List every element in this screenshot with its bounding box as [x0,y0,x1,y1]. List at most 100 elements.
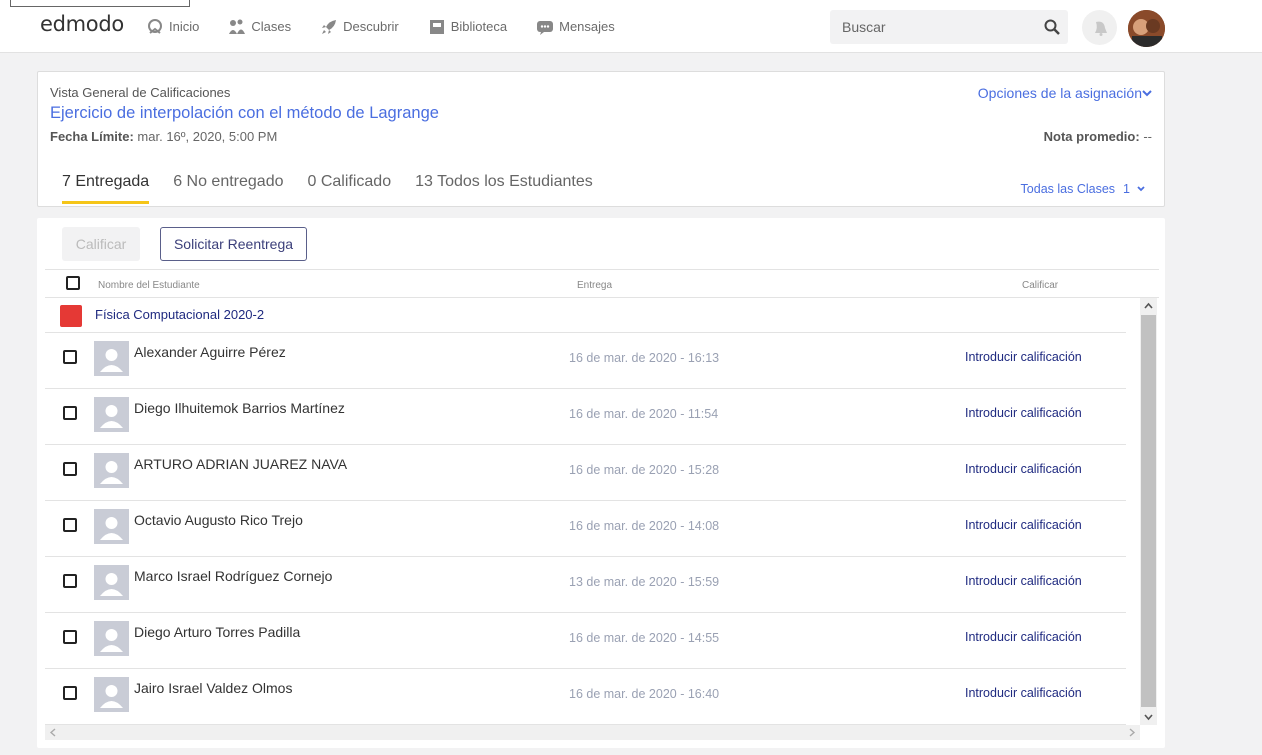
avg-value: -- [1143,129,1152,144]
row-checkbox[interactable] [63,686,77,700]
table-row: Jairo Israel Valdez Olmos 16 de mar. de 2… [45,669,1126,725]
nav-item-descubrir[interactable]: Descubrir [320,18,399,36]
search-input[interactable] [830,10,1030,44]
row-checkbox[interactable] [63,518,77,532]
table-row: ARTURO ADRIAN JUAREZ NAVA 16 de mar. de 2… [45,445,1126,501]
enter-grade-link[interactable]: Introducir calificación [965,574,1082,588]
row-checkbox[interactable] [63,462,77,476]
due-value: mar. 16º, 2020, 5:00 PM [137,129,278,144]
scroll-left-arrow-icon[interactable] [49,728,57,737]
class-group-row: Física Computacional 2020-2 [45,298,1126,333]
enter-grade-link[interactable]: Introducir calificación [965,630,1082,644]
row-checkbox[interactable] [63,630,77,644]
select-all-checkbox[interactable] [66,276,80,290]
edmodo-logo[interactable]: edmodo [40,12,124,36]
assignment-header-card: Vista General de Calificaciones Ejercici… [37,71,1165,207]
assignment-title-link[interactable]: Ejercicio de interpolación con el método… [50,104,439,123]
default-avatar-icon [100,573,123,596]
nav-item-clases[interactable]: Clases [228,18,291,36]
class-filter-label: Todas las Clases [1020,182,1116,196]
student-name[interactable]: Diego Arturo Torres Padilla [134,624,300,640]
student-name[interactable]: Diego Ilhuitemok Barrios Martínez [134,400,345,416]
class-group-name[interactable]: Física Computacional 2020-2 [95,307,264,322]
search-icon[interactable] [1044,19,1060,35]
home-icon [148,18,162,34]
bell-icon [1094,21,1107,36]
nav-item-inicio[interactable]: Inicio [146,18,199,36]
student-name[interactable]: Alexander Aguirre Pérez [134,344,286,360]
enter-grade-link[interactable]: Introducir calificación [965,350,1082,364]
user-avatar[interactable] [1128,10,1165,47]
chevron-down-icon [1142,90,1152,97]
vertical-scrollbar[interactable] [1140,298,1157,725]
notifications-button[interactable] [1082,10,1117,45]
scroll-right-arrow-icon[interactable] [1128,728,1136,737]
student-avatar[interactable] [94,341,129,376]
class-filter-dropdown[interactable]: Todas las Clases 1 [1021,182,1148,196]
nav-label: Inicio [169,19,200,34]
enter-grade-link[interactable]: Introducir calificación [965,518,1082,532]
avg-label: Nota promedio: [1043,129,1140,144]
submission-tabs: 7 Entregada 6 No entregado 0 Calificado … [62,173,617,204]
enter-grade-link[interactable]: Introducir calificación [965,462,1082,476]
submissions-card: Calificar Solicitar Reentrega Nombre del… [37,218,1165,748]
main-nav: Inicio Clases Descubrir Biblioteca Mensa… [146,0,644,53]
student-avatar[interactable] [94,509,129,544]
nav-label: Biblioteca [450,19,508,34]
default-avatar-icon [100,517,123,540]
student-name[interactable]: Jairo Israel Valdez Olmos [134,680,292,696]
due-label: Fecha Límite: [50,129,134,144]
submission-date: 16 de mar. de 2020 - 11:54 [569,407,719,421]
table-row: Diego Arturo Torres Padilla 16 de mar. de… [45,613,1126,669]
submission-date: 16 de mar. de 2020 - 14:55 [569,631,720,645]
student-avatar[interactable] [94,565,129,600]
options-label: Opciones de la asignación [977,85,1142,101]
table-row: Diego Ilhuitemok Barrios Martínez 16 de m… [45,389,1126,445]
student-name[interactable]: Marco Israel Rodríguez Cornejo [134,568,332,584]
top-navigation-bar: edmodo Inicio Clases Descubrir Bibliotec… [0,0,1262,53]
default-avatar-icon [100,685,123,708]
library-icon [429,19,444,34]
row-checkbox[interactable] [63,350,77,364]
nav-label: Clases [251,19,292,34]
student-name[interactable]: Octavio Augusto Rico Trejo [134,512,303,528]
default-avatar-icon [100,349,123,372]
grade-button[interactable]: Calificar [62,227,140,261]
messages-icon [537,20,554,35]
col-header-submission: Entrega [577,280,613,291]
scroll-down-arrow-icon[interactable] [1144,713,1153,721]
search-box [830,10,1068,44]
student-avatar[interactable] [94,621,129,656]
submission-date: 13 de mar. de 2020 - 15:59 [569,575,720,589]
average-grade: Nota promedio: -- [1044,129,1152,144]
scrollbar-thumb[interactable] [1141,315,1156,707]
class-filter-count: 1 [1123,182,1130,196]
students-list: Física Computacional 2020-2 Alexander Ag… [45,298,1159,725]
table-row: Octavio Augusto Rico Trejo 16 de mar. de … [45,501,1126,557]
chevron-down-icon [1137,186,1145,192]
tab-entregada[interactable]: 7 Entregada [62,173,150,204]
request-resubmit-button[interactable]: Solicitar Reentrega [160,227,307,261]
assignment-options-dropdown[interactable]: Opciones de la asignación [978,85,1152,101]
scroll-up-arrow-icon[interactable] [1144,302,1153,310]
class-color-swatch [60,305,82,327]
enter-grade-link[interactable]: Introducir calificación [965,686,1082,700]
student-name[interactable]: ARTURO ADRIAN JUAREZ NAVA [134,456,347,472]
student-avatar[interactable] [94,453,129,488]
nav-item-biblioteca[interactable]: Biblioteca [428,18,507,36]
tab-todos-estudiantes[interactable]: 13 Todos los Estudiantes [415,173,593,204]
horizontal-scrollbar[interactable] [45,725,1140,740]
row-checkbox[interactable] [63,574,77,588]
tab-calificado[interactable]: 0 Calificado [308,173,392,204]
user-photo-icon [1128,10,1165,47]
enter-grade-link[interactable]: Introducir calificación [965,406,1082,420]
rocket-icon [322,19,337,34]
nav-label: Mensajes [559,19,615,34]
student-avatar[interactable] [94,677,129,712]
overview-label: Vista General de Calificaciones [50,85,231,100]
nav-item-mensajes[interactable]: Mensajes [536,18,615,36]
student-avatar[interactable] [94,397,129,432]
due-date: Fecha Límite: mar. 16º, 2020, 5:00 PM [50,129,277,144]
tab-no-entregado[interactable]: 6 No entregado [173,173,283,204]
row-checkbox[interactable] [63,406,77,420]
